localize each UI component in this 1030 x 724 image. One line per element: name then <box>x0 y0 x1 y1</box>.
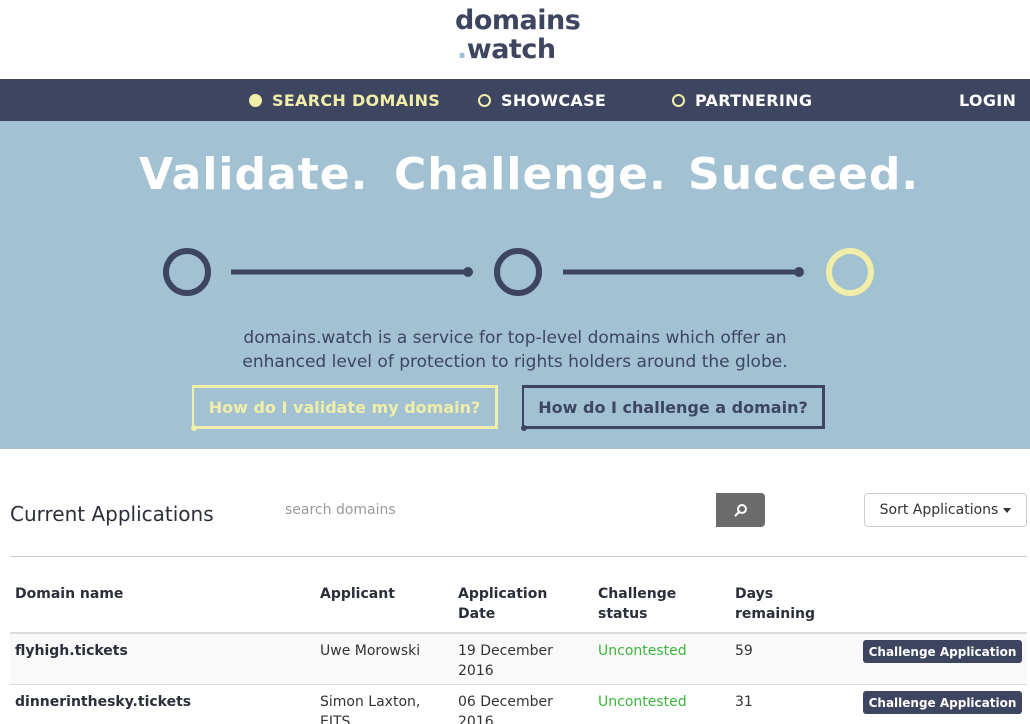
application-date-cell: 06 December 2016 <box>458 694 553 724</box>
challenge-application-button[interactable]: Challenge Application <box>863 691 1022 714</box>
applicant-cell: Simon Laxton, EITS <box>320 694 421 724</box>
logo-line-1: domains <box>455 5 581 36</box>
nav-label: SHOWCASE <box>501 90 607 110</box>
domain-name-cell[interactable]: dinnerinthesky.tickets <box>15 692 191 712</box>
button-corner-dot <box>191 425 197 431</box>
button-corner-dot <box>521 425 527 431</box>
days-remaining-cell: 59 <box>735 643 753 659</box>
applicant-cell: Uwe Morowski <box>320 643 421 659</box>
application-date-cell: 19 December 2016 <box>458 643 553 679</box>
logo-line-2: .watch <box>457 34 556 65</box>
progress-steps-graphic <box>163 248 874 296</box>
site-logo[interactable]: domains .watch <box>455 5 585 65</box>
nav-search-domains[interactable]: SEARCH DOMAINS <box>249 79 440 121</box>
column-header-domain[interactable]: Domain name <box>15 584 123 604</box>
step-2-circle-icon <box>494 248 542 296</box>
connector-end-dot-2 <box>794 267 804 277</box>
table-row: dinnerinthesky.tickets Simon Laxton, EIT… <box>10 685 1027 724</box>
nav-showcase[interactable]: SHOWCASE <box>478 79 606 121</box>
validate-domain-button[interactable]: How do I validate my domain? <box>192 385 498 429</box>
challenge-domain-button[interactable]: How do I challenge a domain? <box>522 385 825 429</box>
nav-bullet-icon <box>249 93 262 107</box>
caret-down-icon <box>1003 507 1012 513</box>
nav-partnering[interactable]: PARTNERING <box>672 79 812 121</box>
nav-bullet-icon <box>478 93 491 107</box>
hero-banner: Validate. Challenge. Succeed. domains.wa… <box>0 121 1030 449</box>
search-button[interactable] <box>716 493 765 527</box>
main-nav: SEARCH DOMAINS SHOWCASE PARTNERING LOGIN <box>0 79 1030 121</box>
section-divider <box>10 556 1027 557</box>
step-1-circle-icon <box>163 248 211 296</box>
challenge-status-cell: Uncontested <box>598 643 687 659</box>
column-header-applicant[interactable]: Applicant <box>320 584 395 604</box>
section-title: Current Applications <box>10 502 214 526</box>
hero-description: domains.watch is a service for top-level… <box>242 328 788 372</box>
sort-applications-dropdown[interactable]: Sort Applications <box>864 493 1027 527</box>
table-row: flyhigh.tickets Uwe Morowski 19 December… <box>10 634 1027 685</box>
domain-name-cell[interactable]: flyhigh.tickets <box>15 641 128 661</box>
challenge-status-cell: Uncontested <box>598 694 687 710</box>
column-header-days[interactable]: Days remaining <box>735 584 835 624</box>
nav-label: SEARCH DOMAINS <box>272 90 441 110</box>
step-3-circle-icon <box>826 248 874 296</box>
challenge-application-button[interactable]: Challenge Application <box>863 640 1022 663</box>
nav-bullet-icon <box>672 93 685 107</box>
column-header-date[interactable]: Application Date <box>458 584 568 624</box>
search-domains-input[interactable] <box>274 493 716 527</box>
magnifier-icon <box>734 504 747 517</box>
connector-end-dot-1 <box>463 267 473 277</box>
days-remaining-cell: 31 <box>735 694 753 710</box>
login-link[interactable]: LOGIN <box>959 79 1016 121</box>
nav-label: PARTNERING <box>695 90 813 110</box>
column-header-status[interactable]: Challenge status <box>598 584 698 624</box>
sort-label: Sort Applications <box>879 502 999 518</box>
